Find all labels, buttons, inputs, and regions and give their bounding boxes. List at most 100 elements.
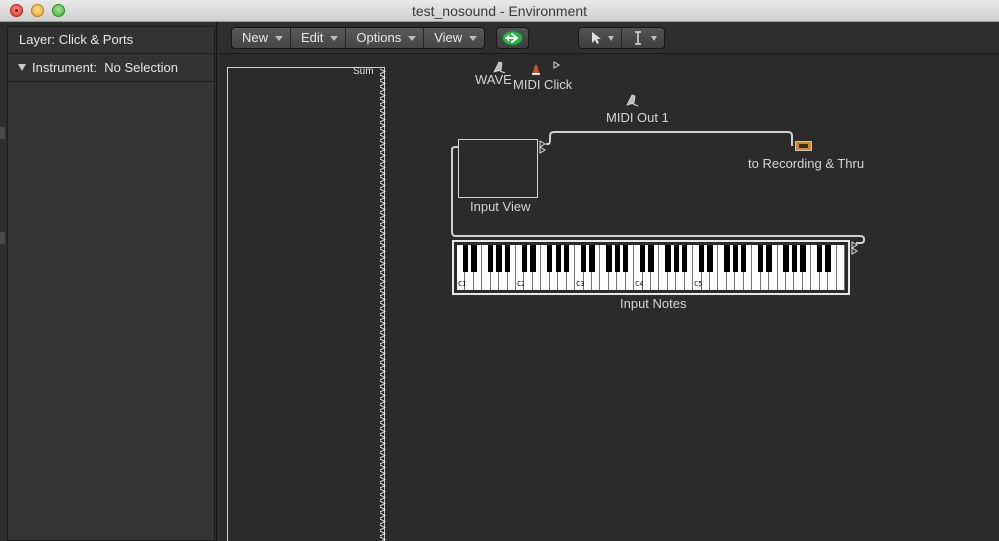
black-key[interactable] — [622, 245, 629, 272]
port-triangle — [379, 272, 387, 279]
midi-click-label[interactable]: MIDI Click — [513, 77, 572, 92]
port-triangle — [379, 128, 387, 135]
output-port-icon[interactable] — [539, 140, 547, 154]
black-key[interactable] — [563, 245, 570, 272]
black-key[interactable] — [606, 245, 612, 272]
white-key[interactable] — [836, 245, 845, 290]
port-triangle — [379, 110, 387, 117]
input-view-object[interactable] — [458, 139, 538, 198]
port-triangle — [379, 434, 387, 441]
port-triangle — [379, 440, 387, 447]
black-key[interactable] — [665, 245, 671, 272]
port-triangle — [379, 146, 387, 153]
black-key[interactable] — [580, 245, 587, 272]
port-triangle — [379, 512, 387, 519]
black-key[interactable] — [791, 245, 798, 272]
port-triangle — [379, 392, 387, 399]
cable-inputview-recording — [546, 131, 793, 146]
channel-strip-object[interactable] — [227, 67, 385, 541]
port-triangle — [379, 182, 387, 189]
black-key[interactable] — [783, 245, 789, 272]
port-triangle — [379, 344, 387, 351]
black-key[interactable] — [462, 245, 469, 272]
port-triangle — [379, 164, 387, 171]
black-key[interactable] — [724, 245, 730, 272]
port-triangle — [379, 404, 387, 411]
port-triangle — [379, 332, 387, 339]
port-triangle — [379, 308, 387, 315]
port-triangle — [379, 350, 387, 357]
black-key[interactable] — [741, 245, 747, 272]
port-triangle — [379, 296, 387, 303]
output-port-icon[interactable] — [851, 241, 859, 255]
port-triangle — [379, 260, 387, 267]
black-key[interactable] — [732, 245, 739, 272]
port-triangle — [379, 206, 387, 213]
port-triangle — [379, 122, 387, 129]
black-key[interactable] — [825, 245, 831, 272]
wave-label[interactable]: WAVE — [475, 72, 512, 87]
recording-label[interactable]: to Recording & Thru — [748, 156, 864, 171]
port-triangle — [379, 494, 387, 501]
speaker-icon[interactable] — [624, 93, 640, 109]
metronome-icon[interactable] — [530, 62, 542, 76]
input-view-label[interactable]: Input View — [470, 199, 530, 214]
port-triangle — [379, 212, 387, 219]
black-key[interactable] — [766, 245, 772, 272]
port-triangle — [379, 68, 387, 75]
black-key[interactable] — [757, 245, 764, 272]
port-triangle — [379, 500, 387, 507]
black-key[interactable] — [673, 245, 679, 272]
port-triangles — [379, 68, 387, 541]
black-key[interactable] — [698, 245, 705, 272]
black-key[interactable] — [648, 245, 654, 272]
port-triangle — [379, 530, 387, 537]
sum-label: Sum — [353, 66, 374, 77]
piano-keys[interactable]: C1 C2 C3 C4 C5 — [457, 245, 845, 290]
port-triangle — [379, 524, 387, 531]
black-key[interactable] — [504, 245, 511, 272]
port-triangle — [379, 200, 387, 207]
output-port-icon[interactable] — [553, 61, 561, 69]
port-triangle — [379, 170, 387, 177]
port-triangle — [379, 194, 387, 201]
black-key[interactable] — [471, 245, 477, 272]
black-key[interactable] — [589, 245, 595, 272]
port-triangle — [379, 446, 387, 453]
black-key[interactable] — [530, 245, 536, 272]
recording-icon[interactable] — [795, 141, 813, 152]
input-notes-label[interactable]: Input Notes — [620, 296, 687, 311]
black-key[interactable] — [496, 245, 502, 272]
port-triangle — [379, 506, 387, 513]
midi-out-label[interactable]: MIDI Out 1 — [606, 110, 669, 125]
output-ports-strip[interactable] — [379, 68, 387, 541]
port-triangle — [379, 458, 387, 465]
input-notes-keyboard[interactable]: C1 C2 C3 C4 C5 — [452, 240, 850, 295]
port-triangle — [379, 104, 387, 111]
port-triangle — [379, 116, 387, 123]
port-triangle — [379, 230, 387, 237]
black-key[interactable] — [682, 245, 688, 272]
black-key[interactable] — [547, 245, 553, 272]
black-key[interactable] — [639, 245, 646, 272]
black-key[interactable] — [614, 245, 620, 272]
black-key[interactable] — [707, 245, 713, 272]
port-triangle — [379, 176, 387, 183]
port-triangle — [379, 98, 387, 105]
black-key[interactable] — [555, 245, 561, 272]
port-triangle — [379, 236, 387, 243]
port-triangle — [379, 188, 387, 195]
port-triangle — [379, 140, 387, 147]
port-triangle — [379, 320, 387, 327]
port-triangle — [379, 428, 387, 435]
port-triangle — [379, 476, 387, 483]
black-key[interactable] — [488, 245, 494, 272]
port-triangle — [379, 416, 387, 423]
port-triangle — [379, 314, 387, 321]
port-triangle — [379, 380, 387, 387]
black-key[interactable] — [816, 245, 823, 272]
port-triangle — [379, 278, 387, 285]
port-triangle — [379, 152, 387, 159]
black-key[interactable] — [800, 245, 806, 272]
black-key[interactable] — [521, 245, 528, 272]
